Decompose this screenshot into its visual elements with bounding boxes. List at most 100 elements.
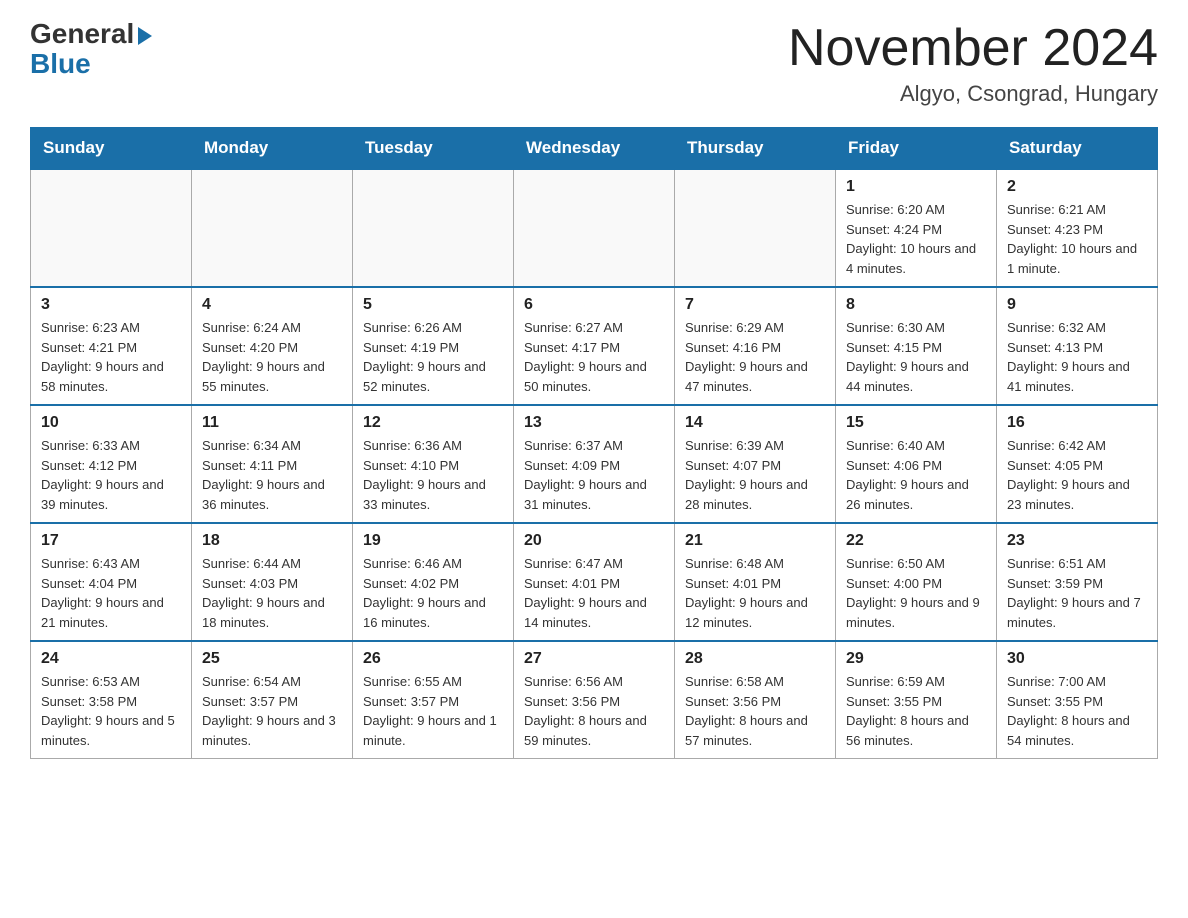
day-info: Sunrise: 6:39 AM Sunset: 4:07 PM Dayligh… [685, 436, 825, 514]
day-info: Sunrise: 6:36 AM Sunset: 4:10 PM Dayligh… [363, 436, 503, 514]
day-number: 30 [1007, 650, 1147, 668]
header-saturday: Saturday [997, 128, 1158, 170]
day-cell: 29 Sunrise: 6:59 AM Sunset: 3:55 PM Dayli… [836, 641, 997, 759]
day-cell: 23 Sunrise: 6:51 AM Sunset: 3:59 PM Dayli… [997, 523, 1158, 641]
day-info: Sunrise: 6:55 AM Sunset: 3:57 PM Dayligh… [363, 672, 503, 750]
day-number: 16 [1007, 414, 1147, 432]
header-sunday: Sunday [31, 128, 192, 170]
day-info: Sunrise: 6:50 AM Sunset: 4:00 PM Dayligh… [846, 554, 986, 632]
day-cell [675, 169, 836, 287]
day-cell: 2 Sunrise: 6:21 AM Sunset: 4:23 PM Daylig… [997, 169, 1158, 287]
day-info: Sunrise: 6:37 AM Sunset: 4:09 PM Dayligh… [524, 436, 664, 514]
day-cell [353, 169, 514, 287]
day-cell: 27 Sunrise: 6:56 AM Sunset: 3:56 PM Dayli… [514, 641, 675, 759]
day-cell: 10 Sunrise: 6:33 AM Sunset: 4:12 PM Dayli… [31, 405, 192, 523]
day-info: Sunrise: 6:32 AM Sunset: 4:13 PM Dayligh… [1007, 318, 1147, 396]
day-cell: 13 Sunrise: 6:37 AM Sunset: 4:09 PM Dayli… [514, 405, 675, 523]
day-cell: 9 Sunrise: 6:32 AM Sunset: 4:13 PM Daylig… [997, 287, 1158, 405]
day-cell: 19 Sunrise: 6:46 AM Sunset: 4:02 PM Dayli… [353, 523, 514, 641]
day-info: Sunrise: 6:56 AM Sunset: 3:56 PM Dayligh… [524, 672, 664, 750]
day-number: 29 [846, 650, 986, 668]
calendar-title: November 2024 [788, 20, 1158, 77]
day-info: Sunrise: 6:34 AM Sunset: 4:11 PM Dayligh… [202, 436, 342, 514]
day-cell: 17Sunrise: 6:43 AM Sunset: 4:04 PM Dayli… [31, 523, 192, 641]
day-info: Sunrise: 6:23 AM Sunset: 4:21 PM Dayligh… [41, 318, 181, 396]
day-number: 7 [685, 296, 825, 314]
day-cell: 15Sunrise: 6:40 AM Sunset: 4:06 PM Dayli… [836, 405, 997, 523]
title-area: November 2024 Algyo, Csongrad, Hungary [788, 20, 1158, 107]
day-cell: 26 Sunrise: 6:55 AM Sunset: 3:57 PM Dayli… [353, 641, 514, 759]
day-number: 22 [846, 532, 986, 550]
day-cell: 4 Sunrise: 6:24 AM Sunset: 4:20 PM Daylig… [192, 287, 353, 405]
header-thursday: Thursday [675, 128, 836, 170]
day-number: 2 [1007, 178, 1147, 196]
day-info: Sunrise: 7:00 AM Sunset: 3:55 PM Dayligh… [1007, 672, 1147, 750]
day-info: Sunrise: 6:21 AM Sunset: 4:23 PM Dayligh… [1007, 200, 1147, 278]
day-number: 13 [524, 414, 664, 432]
day-info: Sunrise: 6:20 AM Sunset: 4:24 PM Dayligh… [846, 200, 986, 278]
day-cell: 28Sunrise: 6:58 AM Sunset: 3:56 PM Dayli… [675, 641, 836, 759]
day-info: Sunrise: 6:53 AM Sunset: 3:58 PM Dayligh… [41, 672, 181, 750]
header-friday: Friday [836, 128, 997, 170]
day-info: Sunrise: 6:47 AM Sunset: 4:01 PM Dayligh… [524, 554, 664, 632]
day-cell: 30 Sunrise: 7:00 AM Sunset: 3:55 PM Dayli… [997, 641, 1158, 759]
day-number: 21 [685, 532, 825, 550]
day-cell: 6Sunrise: 6:27 AM Sunset: 4:17 PM Daylig… [514, 287, 675, 405]
day-number: 1 [846, 178, 986, 196]
header: General Blue November 2024 Algyo, Csongr… [30, 20, 1158, 107]
calendar-table: Sunday Monday Tuesday Wednesday Thursday… [30, 127, 1158, 759]
day-number: 10 [41, 414, 181, 432]
day-cell: 22 Sunrise: 6:50 AM Sunset: 4:00 PM Dayli… [836, 523, 997, 641]
day-cell: 16 Sunrise: 6:42 AM Sunset: 4:05 PM Dayli… [997, 405, 1158, 523]
logo: General Blue [30, 20, 152, 80]
day-number: 6 [524, 296, 664, 314]
day-number: 19 [363, 532, 503, 550]
week-row-1: 1 Sunrise: 6:20 AM Sunset: 4:24 PM Daylig… [31, 169, 1158, 287]
day-number: 23 [1007, 532, 1147, 550]
day-info: Sunrise: 6:58 AM Sunset: 3:56 PM Dayligh… [685, 672, 825, 750]
day-cell [192, 169, 353, 287]
week-row-3: 10 Sunrise: 6:33 AM Sunset: 4:12 PM Dayli… [31, 405, 1158, 523]
day-info: Sunrise: 6:24 AM Sunset: 4:20 PM Dayligh… [202, 318, 342, 396]
day-cell: 25 Sunrise: 6:54 AM Sunset: 3:57 PM Dayli… [192, 641, 353, 759]
day-info: Sunrise: 6:54 AM Sunset: 3:57 PM Dayligh… [202, 672, 342, 750]
day-number: 26 [363, 650, 503, 668]
header-tuesday: Tuesday [353, 128, 514, 170]
day-info: Sunrise: 6:48 AM Sunset: 4:01 PM Dayligh… [685, 554, 825, 632]
day-cell: 12Sunrise: 6:36 AM Sunset: 4:10 PM Dayli… [353, 405, 514, 523]
header-monday: Monday [192, 128, 353, 170]
calendar-subtitle: Algyo, Csongrad, Hungary [788, 81, 1158, 107]
day-info: Sunrise: 6:40 AM Sunset: 4:06 PM Dayligh… [846, 436, 986, 514]
logo-general-text: General [30, 20, 152, 48]
day-cell: 11 Sunrise: 6:34 AM Sunset: 4:11 PM Dayli… [192, 405, 353, 523]
logo-blue-text: Blue [30, 48, 91, 80]
day-info: Sunrise: 6:33 AM Sunset: 4:12 PM Dayligh… [41, 436, 181, 514]
day-info: Sunrise: 6:59 AM Sunset: 3:55 PM Dayligh… [846, 672, 986, 750]
day-number: 11 [202, 414, 342, 432]
day-number: 18 [202, 532, 342, 550]
week-row-5: 24 Sunrise: 6:53 AM Sunset: 3:58 PM Dayli… [31, 641, 1158, 759]
day-number: 20 [524, 532, 664, 550]
day-cell: 5Sunrise: 6:26 AM Sunset: 4:19 PM Daylig… [353, 287, 514, 405]
day-cell [31, 169, 192, 287]
day-cell: 18Sunrise: 6:44 AM Sunset: 4:03 PM Dayli… [192, 523, 353, 641]
day-info: Sunrise: 6:29 AM Sunset: 4:16 PM Dayligh… [685, 318, 825, 396]
day-number: 4 [202, 296, 342, 314]
day-number: 3 [41, 296, 181, 314]
header-row: Sunday Monday Tuesday Wednesday Thursday… [31, 128, 1158, 170]
day-cell: 3 Sunrise: 6:23 AM Sunset: 4:21 PM Daylig… [31, 287, 192, 405]
day-cell: 8Sunrise: 6:30 AM Sunset: 4:15 PM Daylig… [836, 287, 997, 405]
day-number: 9 [1007, 296, 1147, 314]
day-info: Sunrise: 6:30 AM Sunset: 4:15 PM Dayligh… [846, 318, 986, 396]
day-info: Sunrise: 6:51 AM Sunset: 3:59 PM Dayligh… [1007, 554, 1147, 632]
day-info: Sunrise: 6:42 AM Sunset: 4:05 PM Dayligh… [1007, 436, 1147, 514]
day-cell [514, 169, 675, 287]
day-cell: 7 Sunrise: 6:29 AM Sunset: 4:16 PM Daylig… [675, 287, 836, 405]
day-info: Sunrise: 6:46 AM Sunset: 4:02 PM Dayligh… [363, 554, 503, 632]
day-number: 24 [41, 650, 181, 668]
day-number: 17 [41, 532, 181, 550]
day-info: Sunrise: 6:26 AM Sunset: 4:19 PM Dayligh… [363, 318, 503, 396]
day-number: 27 [524, 650, 664, 668]
day-number: 25 [202, 650, 342, 668]
day-cell: 24 Sunrise: 6:53 AM Sunset: 3:58 PM Dayli… [31, 641, 192, 759]
